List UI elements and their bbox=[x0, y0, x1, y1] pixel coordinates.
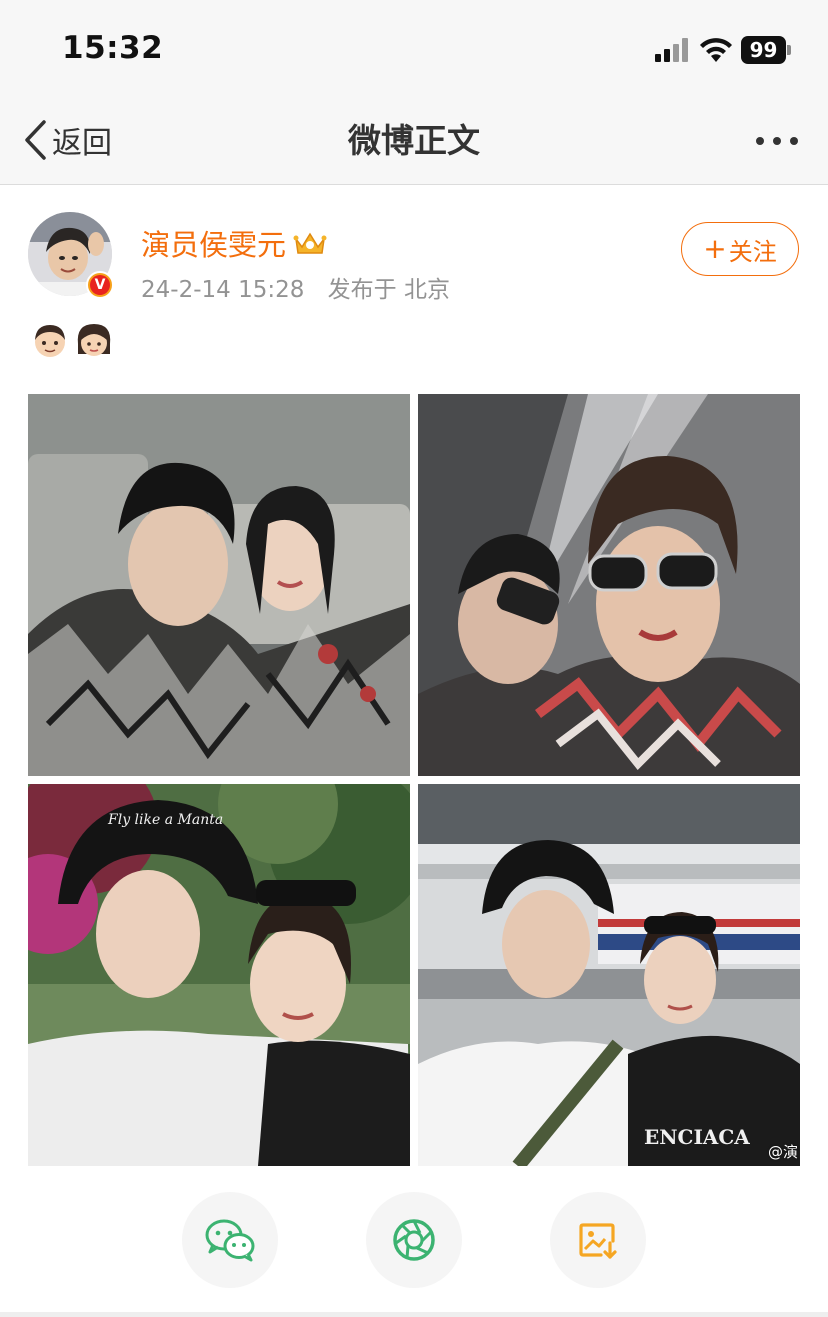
wechat-icon bbox=[205, 1219, 255, 1262]
post-photo[interactable] bbox=[28, 394, 410, 776]
post-location: 发布于 北京 bbox=[327, 277, 450, 303]
follow-button[interactable]: + 关注 bbox=[681, 222, 799, 276]
verified-badge-icon: V bbox=[86, 271, 114, 299]
more-dot-icon bbox=[790, 137, 798, 145]
boy-emoji-icon bbox=[35, 325, 65, 357]
status-time: 15:32 bbox=[62, 30, 164, 66]
back-button[interactable]: 返回 bbox=[22, 118, 112, 162]
bottom-divider bbox=[0, 1312, 828, 1317]
post-photo[interactable] bbox=[418, 394, 800, 776]
moments-aperture-icon bbox=[393, 1219, 435, 1261]
download-image-icon bbox=[579, 1223, 617, 1259]
moments-share-button[interactable] bbox=[366, 1192, 462, 1288]
vip-crown-icon bbox=[293, 232, 327, 254]
chevron-left-icon bbox=[25, 120, 46, 160]
photo-grid: Fly like a Manta ENCIACA @演 bbox=[28, 394, 800, 1166]
weibo-watermark: @演 bbox=[767, 1143, 798, 1161]
wechat-share-button[interactable] bbox=[182, 1192, 278, 1288]
cellular-signal-icon bbox=[655, 38, 689, 62]
verified-mark: V bbox=[90, 275, 110, 295]
girl-emoji-icon bbox=[77, 324, 111, 356]
nav-bar: 返回 微博正文 bbox=[0, 96, 828, 185]
photo-image: Fly like a Manta bbox=[28, 784, 410, 1166]
author-name[interactable]: 演员侯雯元 bbox=[141, 222, 286, 264]
page-title: 微博正文 bbox=[348, 121, 480, 160]
post-author-row: V 演员侯雯元 24-2-14 15:28 发布于 北京 + 关注 bbox=[28, 212, 808, 304]
plus-icon: + bbox=[703, 232, 727, 265]
battery-icon: 99 bbox=[741, 36, 791, 64]
follow-label: 关注 bbox=[728, 237, 777, 266]
post-text bbox=[30, 320, 114, 364]
share-actions bbox=[0, 1192, 828, 1292]
status-bar: 15:32 99 bbox=[0, 0, 828, 96]
author-name-line: 演员侯雯元 bbox=[141, 222, 328, 264]
save-image-button[interactable] bbox=[550, 1192, 646, 1288]
battery-level: 99 bbox=[749, 38, 778, 62]
more-options-button[interactable] bbox=[752, 126, 802, 156]
back-label: 返回 bbox=[52, 126, 112, 161]
wifi-icon bbox=[700, 38, 732, 62]
more-dot-icon bbox=[773, 137, 781, 145]
hat-print-text: Fly like a Manta bbox=[107, 812, 223, 828]
post-meta: 24-2-14 15:28 发布于 北京 bbox=[141, 270, 450, 304]
post-photo[interactable]: Fly like a Manta bbox=[28, 784, 410, 1166]
more-dot-icon bbox=[756, 137, 764, 145]
photo-image: ENCIACA bbox=[418, 784, 800, 1166]
photo-image bbox=[28, 394, 410, 776]
shirt-print-text: ENCIACA bbox=[644, 1125, 750, 1149]
post-time: 24-2-14 15:28 bbox=[141, 277, 305, 303]
photo-image bbox=[418, 394, 800, 776]
post-photo[interactable]: ENCIACA @演 bbox=[418, 784, 800, 1166]
